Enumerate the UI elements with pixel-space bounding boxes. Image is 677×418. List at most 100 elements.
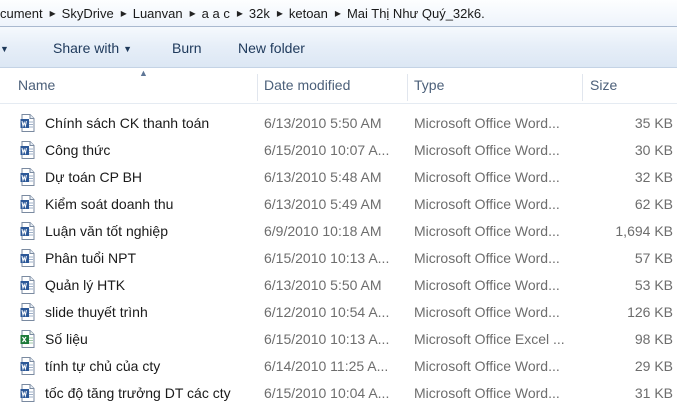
sort-ascending-icon: ▲ <box>139 68 148 78</box>
file-row[interactable]: Số liệu 6/15/2010 10:13 A... Microsoft O… <box>0 326 677 353</box>
file-size: 62 KB <box>634 196 673 212</box>
file-row[interactable]: Kiểm soát doanh thu 6/13/2010 5:49 AM Mi… <box>0 191 677 218</box>
breadcrumb-item[interactable]: Mai Thị Như Quý_32k6. <box>347 6 492 21</box>
breadcrumb-label: Mai Thị Như Quý_32k6. <box>346 5 485 21</box>
breadcrumb: cument ▸ SkyDrive ▸ Luanvan ▸ a a c ▸ 32… <box>0 0 677 27</box>
file-type: Microsoft Office Word... <box>414 277 560 293</box>
breadcrumb-label: ketoan <box>288 5 328 21</box>
breadcrumb-item[interactable]: ketoan ▸ <box>289 6 347 21</box>
column-header-type[interactable]: Type <box>407 68 582 103</box>
file-type: Microsoft Office Word... <box>414 115 560 131</box>
breadcrumb-label: Luanvan <box>132 5 183 21</box>
chevron-right-icon[interactable]: ▸ <box>50 6 62 20</box>
file-size: 98 KB <box>634 331 673 347</box>
file-name: tốc độ tăng trưởng DT các cty <box>45 385 231 401</box>
file-size: 126 KB <box>627 304 673 320</box>
breadcrumb-label: cument <box>0 5 43 21</box>
organize-caret-icon[interactable]: ▼ <box>0 40 9 56</box>
file-date: 6/13/2010 5:50 AM <box>264 277 382 293</box>
file-date: 6/15/2010 10:13 A... <box>264 331 390 347</box>
column-header-label: Size <box>590 77 618 93</box>
breadcrumb-item[interactable]: SkyDrive ▸ <box>62 6 133 21</box>
file-size: 30 KB <box>634 142 673 158</box>
breadcrumb-item[interactable]: cument ▸ <box>0 6 62 21</box>
file-type: Microsoft Office Word... <box>414 304 560 320</box>
chevron-right-icon[interactable]: ▸ <box>121 6 133 20</box>
word-doc-icon <box>20 114 36 132</box>
file-row[interactable]: tốc độ tăng trưởng DT các cty 6/15/2010 … <box>0 380 677 407</box>
file-row[interactable]: Phân tuổi NPT 6/15/2010 10:13 A... Micro… <box>0 245 677 272</box>
file-size: 32 KB <box>634 169 673 185</box>
word-doc-icon <box>20 384 36 402</box>
file-date: 6/13/2010 5:50 AM <box>264 115 382 131</box>
file-row[interactable]: slide thuyết trình 6/12/2010 10:54 A... … <box>0 299 677 326</box>
breadcrumb-item[interactable]: a a c ▸ <box>202 6 249 21</box>
burn-label: Burn <box>172 40 202 56</box>
file-row[interactable]: Luận văn tốt nghiệp 6/9/2010 10:18 AM Mi… <box>0 218 677 245</box>
file-type: Microsoft Office Word... <box>414 385 560 401</box>
file-name: Phân tuổi NPT <box>45 250 137 266</box>
share-with-label: Share with <box>53 40 120 56</box>
file-type: Microsoft Office Word... <box>414 250 560 266</box>
file-size: 31 KB <box>634 385 673 401</box>
chevron-right-icon[interactable]: ▸ <box>277 6 289 20</box>
column-header-label: Name <box>18 77 56 93</box>
file-name: Chính sách CK thanh toán <box>45 115 210 131</box>
word-doc-icon <box>20 141 36 159</box>
file-name: slide thuyết trình <box>45 304 148 320</box>
file-name: Kiểm soát doanh thu <box>45 196 174 212</box>
chevron-down-icon: ▼ <box>123 44 133 54</box>
file-type: Microsoft Office Word... <box>414 142 560 158</box>
word-doc-icon <box>20 357 36 375</box>
breadcrumb-label: 32k <box>248 5 270 21</box>
file-date: 6/15/2010 10:04 A... <box>264 385 390 401</box>
column-header-size[interactable]: Size <box>583 68 677 103</box>
file-date: 6/14/2010 11:25 A... <box>264 358 389 374</box>
command-toolbar: ▼ Share with ▼ Burn New folder <box>0 27 677 68</box>
word-doc-icon <box>20 249 36 267</box>
file-type: Microsoft Office Word... <box>414 169 560 185</box>
file-row[interactable]: Chính sách CK thanh toán 6/13/2010 5:50 … <box>0 110 677 137</box>
breadcrumb-item[interactable]: 32k ▸ <box>249 6 289 21</box>
column-header-label: Type <box>414 77 445 93</box>
word-doc-icon <box>20 276 36 294</box>
file-date: 6/15/2010 10:07 A... <box>264 142 390 158</box>
word-doc-icon <box>20 222 36 240</box>
file-date: 6/13/2010 5:48 AM <box>264 169 382 185</box>
chevron-right-icon[interactable]: ▸ <box>237 6 249 20</box>
burn-button[interactable]: Burn <box>172 40 202 56</box>
file-name: Công thức <box>45 142 111 158</box>
file-size: 1,694 KB <box>615 223 673 239</box>
file-type: Microsoft Office Word... <box>414 196 560 212</box>
word-doc-icon <box>20 303 36 321</box>
file-name: Dự toán CP BH <box>45 169 143 185</box>
file-row[interactable]: tính tự chủ của cty 6/14/2010 11:25 A...… <box>0 353 677 380</box>
file-date: 6/15/2010 10:13 A... <box>264 250 390 266</box>
breadcrumb-label: SkyDrive <box>61 5 114 21</box>
file-type: Microsoft Office Word... <box>414 358 560 374</box>
file-name: Quản lý HTK <box>45 277 126 293</box>
excel-sheet-icon <box>20 330 36 348</box>
file-row[interactable]: Dự toán CP BH 6/13/2010 5:48 AM Microsof… <box>0 164 677 191</box>
breadcrumb-label: a a c <box>201 5 230 21</box>
breadcrumb-item[interactable]: Luanvan ▸ <box>133 6 202 21</box>
file-size: 53 KB <box>634 277 673 293</box>
column-header-date[interactable]: Date modified <box>257 68 407 103</box>
file-name: tính tự chủ của cty <box>45 358 161 374</box>
file-size: 57 KB <box>634 250 673 266</box>
file-name: Luận văn tốt nghiệp <box>45 223 168 239</box>
file-type: Microsoft Office Excel ... <box>414 331 565 347</box>
file-size: 35 KB <box>634 115 673 131</box>
file-date: 6/9/2010 10:18 AM <box>264 223 382 239</box>
column-header-name[interactable]: ▲ Name <box>11 68 257 103</box>
share-with-button[interactable]: Share with ▼ <box>53 40 132 56</box>
file-row[interactable]: Quản lý HTK 6/13/2010 5:50 AM Microsoft … <box>0 272 677 299</box>
chevron-right-icon[interactable]: ▸ <box>190 6 202 20</box>
file-date: 6/12/2010 10:54 A... <box>264 304 390 320</box>
chevron-right-icon[interactable]: ▸ <box>335 6 347 20</box>
file-name: Số liệu <box>45 331 88 347</box>
new-folder-button[interactable]: New folder <box>238 40 305 56</box>
column-header-row: ▲ Name Date modified Type Size <box>0 68 677 104</box>
file-row[interactable]: Công thức 6/15/2010 10:07 A... Microsoft… <box>0 137 677 164</box>
word-doc-icon <box>20 195 36 213</box>
